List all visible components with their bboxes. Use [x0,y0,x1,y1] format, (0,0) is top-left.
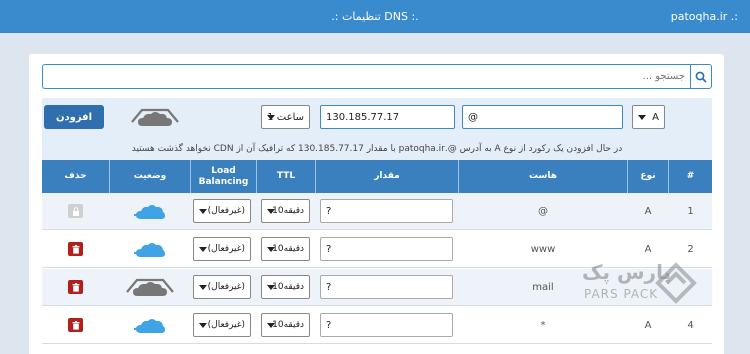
domain-label: patoqha.ir .: [670,10,738,23]
col-host: هاست [529,171,557,181]
search-icon [695,71,707,83]
add-record-row: افزودن 1 ساعت 130.185.77.17 @ A [42,98,712,138]
watermark-subtitle: PARS PACK [584,287,659,301]
trash-icon [72,244,79,254]
col-value: مقدار [374,171,400,181]
search-box [42,64,712,89]
number-cell: 4 [687,320,694,331]
trash-icon [72,320,79,330]
cloud-on-icon [134,318,165,333]
col-delete: حذف [64,171,87,181]
watermark-title: پارس پک [582,260,672,284]
load-balancing-select[interactable]: (غیرفعال) [193,275,251,299]
table-header: حذف وضعیت Load Balancing TTL مقدار هاست … [42,160,712,193]
load-balancing-select[interactable]: (غیرفعال) [193,199,251,223]
col-number: # [686,171,695,181]
type-select[interactable]: A [632,105,665,129]
cloud-on-icon [134,204,165,219]
delete-button[interactable] [68,242,83,256]
value-input[interactable]: ? [320,313,453,337]
search-button[interactable] [690,65,711,88]
value-input[interactable]: ? [320,199,453,223]
cdn-toggle[interactable] [130,106,180,130]
col-load-balancing: Load Balancing [198,165,249,187]
number-cell: 1 [687,206,694,217]
host-cell: * [540,320,546,331]
delete-button [68,204,83,218]
col-ttl: TTL [276,171,296,181]
cdn-status-toggle[interactable] [110,307,190,344]
lock-icon [72,206,79,216]
cdn-status-toggle[interactable] [110,231,190,268]
top-bar: .: تنظیمات DNS :. patoqha.ir .: [0,0,750,33]
col-type: نوع [640,171,656,181]
load-balancing-select[interactable]: (غیرفعال) [193,237,251,261]
ttl-select[interactable]: 10دقیقه [261,199,310,223]
search-input[interactable] [43,65,691,88]
table-row: (غیرفعال) 10دقیقه? * A 4 [42,307,712,344]
value-input[interactable]: ? [320,237,453,261]
delete-button[interactable] [68,280,83,294]
add-hint: در حال افزودن یک رکورد از نوع A به آدرس … [42,138,712,160]
value-input[interactable]: 130.185.77.17 [320,105,455,129]
table-row: (غیرفعال) 10دقیقه? @ A 1 [42,193,712,230]
host-cell: @ [538,206,548,217]
cdn-status-toggle[interactable] [110,193,190,230]
type-cell: A [644,206,652,217]
col-status: وضعیت [133,171,167,181]
value-input[interactable]: ? [320,275,453,299]
trash-icon [72,282,79,292]
cloud-off-icon [126,278,174,296]
type-cell: A [644,320,652,331]
cloud-on-icon [134,242,165,257]
load-balancing-select[interactable]: (غیرفعال) [193,313,251,337]
cdn-status-toggle[interactable] [110,269,190,306]
cloud-off-icon [131,108,179,126]
ttl-select[interactable]: 10دقیقه [261,237,310,261]
add-button[interactable]: افزودن [44,105,104,129]
delete-button[interactable] [68,318,83,332]
dns-card: افزودن 1 ساعت 130.185.77.17 @ A در حال ا… [29,54,724,354]
ttl-select[interactable]: 1 ساعت [261,105,310,129]
page-title: .: تنظیمات DNS :. [331,10,419,23]
ttl-select[interactable]: 10دقیقه [261,313,310,337]
ttl-select[interactable]: 10دقیقه [261,275,310,299]
host-input[interactable]: @ [462,105,623,129]
